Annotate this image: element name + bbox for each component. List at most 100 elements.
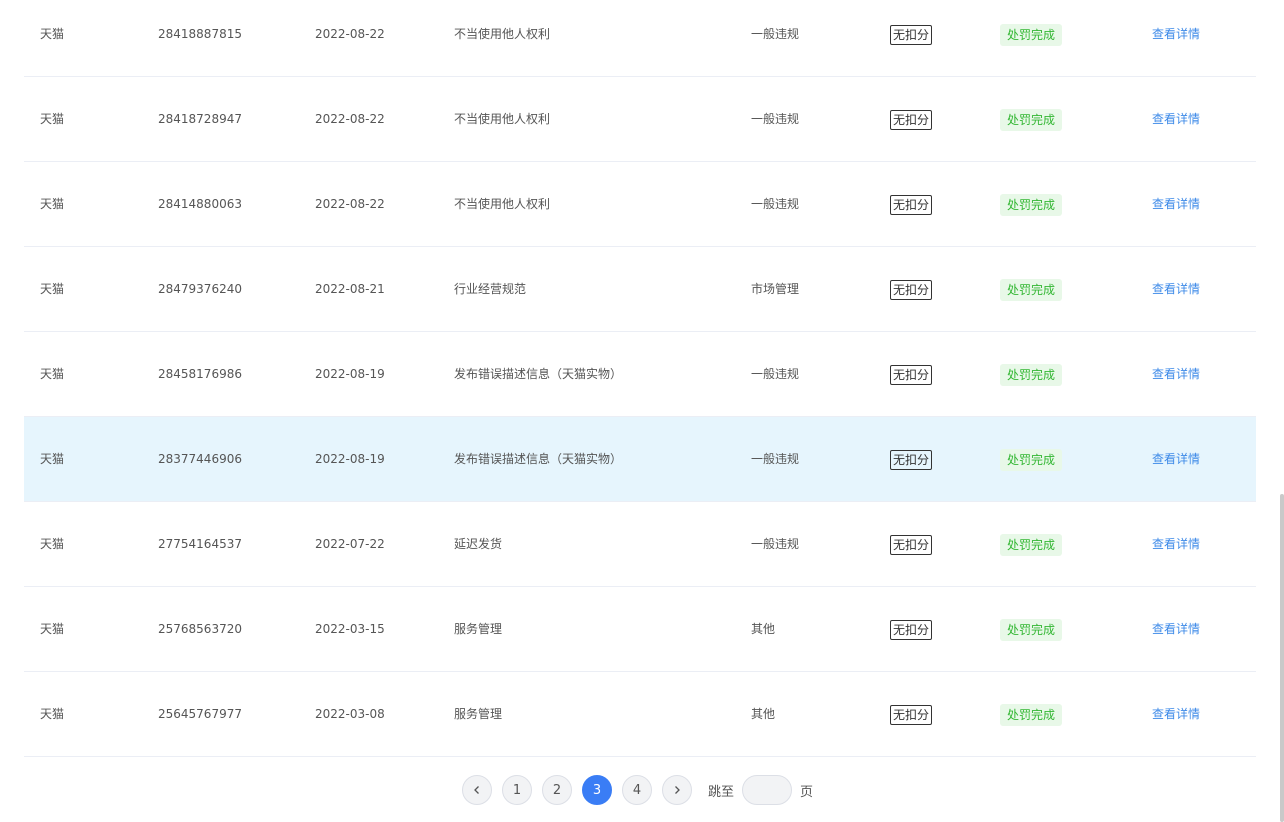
action-cell: 查看详情 xyxy=(1152,502,1200,586)
date-cell: 2022-03-15 xyxy=(315,622,385,636)
action-cell: 查看详情 xyxy=(1152,247,1200,331)
status-cell: 处罚完成 xyxy=(1000,332,1063,416)
points-tag: 无扣分 xyxy=(890,449,933,470)
status-badge: 处罚完成 xyxy=(1000,618,1063,641)
date-cell: 2022-08-22 xyxy=(315,197,385,211)
type-cell: 一般违规 xyxy=(751,112,800,126)
reason-cell: 服务管理 xyxy=(454,707,503,721)
penalty-table: 天猫 28418887815 2022-08-22 不当使用他人权利 一般违规 … xyxy=(24,0,1256,757)
view-details-link[interactable]: 查看详情 xyxy=(1152,282,1200,296)
status-badge: 处罚完成 xyxy=(1000,448,1063,471)
status-badge: 处罚完成 xyxy=(1000,193,1063,216)
action-cell: 查看详情 xyxy=(1152,587,1200,671)
status-cell: 处罚完成 xyxy=(1000,0,1063,76)
view-details-link[interactable]: 查看详情 xyxy=(1152,622,1200,636)
view-details-link[interactable]: 查看详情 xyxy=(1152,27,1200,41)
record-id-cell: 28377446906 xyxy=(158,452,242,466)
platform-cell: 天猫 xyxy=(40,282,65,296)
jump-page-input[interactable] xyxy=(742,775,793,805)
points-tag: 无扣分 xyxy=(890,704,933,725)
view-details-link[interactable]: 查看详情 xyxy=(1152,537,1200,551)
reason-cell: 发布错误描述信息（天猫实物） xyxy=(454,367,623,381)
date-cell: 2022-08-19 xyxy=(315,367,385,381)
status-badge: 处罚完成 xyxy=(1000,703,1063,726)
record-id-cell: 28458176986 xyxy=(158,367,242,381)
view-details-link[interactable]: 查看详情 xyxy=(1152,112,1200,126)
view-details-link[interactable]: 查看详情 xyxy=(1152,452,1200,466)
status-cell: 处罚完成 xyxy=(1000,587,1063,671)
page-suffix-label: 页 xyxy=(800,784,814,800)
type-cell: 市场管理 xyxy=(751,282,800,296)
action-cell: 查看详情 xyxy=(1152,332,1200,416)
points-cell: 无扣分 xyxy=(890,587,933,671)
date-cell: 2022-08-22 xyxy=(315,112,385,126)
platform-cell: 天猫 xyxy=(40,112,65,126)
status-cell: 处罚完成 xyxy=(1000,162,1063,246)
jump-to-label: 跳至 xyxy=(708,784,735,800)
type-cell: 其他 xyxy=(751,622,776,636)
status-cell: 处罚完成 xyxy=(1000,247,1063,331)
platform-cell: 天猫 xyxy=(40,367,65,381)
status-cell: 处罚完成 xyxy=(1000,77,1063,161)
view-details-link[interactable]: 查看详情 xyxy=(1152,197,1200,211)
penalty-record-page: 天猫 28418887815 2022-08-22 不当使用他人权利 一般违规 … xyxy=(0,0,1284,822)
platform-cell: 天猫 xyxy=(40,707,65,721)
points-cell: 无扣分 xyxy=(890,162,933,246)
table-row: 天猫 28418887815 2022-08-22 不当使用他人权利 一般违规 … xyxy=(24,0,1256,77)
action-cell: 查看详情 xyxy=(1152,672,1200,756)
points-cell: 无扣分 xyxy=(890,672,933,756)
action-cell: 查看详情 xyxy=(1152,0,1200,76)
status-cell: 处罚完成 xyxy=(1000,502,1063,586)
type-cell: 其他 xyxy=(751,707,776,721)
points-cell: 无扣分 xyxy=(890,77,933,161)
points-tag: 无扣分 xyxy=(890,534,933,555)
type-cell: 一般违规 xyxy=(751,452,800,466)
points-tag: 无扣分 xyxy=(890,619,933,640)
vertical-scrollbar[interactable] xyxy=(1280,494,1284,822)
points-tag: 无扣分 xyxy=(890,194,933,215)
date-cell: 2022-08-21 xyxy=(315,282,385,296)
date-cell: 2022-08-22 xyxy=(315,27,385,41)
table-row-highlighted: 天猫 28377446906 2022-08-19 发布错误描述信息（天猫实物）… xyxy=(24,417,1256,502)
reason-cell: 发布错误描述信息（天猫实物） xyxy=(454,452,623,466)
next-page-button[interactable] xyxy=(662,775,692,805)
record-id-cell: 28418887815 xyxy=(158,27,242,41)
type-cell: 一般违规 xyxy=(751,537,800,551)
status-badge: 处罚完成 xyxy=(1000,23,1063,46)
platform-cell: 天猫 xyxy=(40,537,65,551)
view-details-link[interactable]: 查看详情 xyxy=(1152,367,1200,381)
view-details-link[interactable]: 查看详情 xyxy=(1152,707,1200,721)
type-cell: 一般违规 xyxy=(751,27,800,41)
platform-cell: 天猫 xyxy=(40,27,65,41)
points-cell: 无扣分 xyxy=(890,247,933,331)
prev-page-button[interactable] xyxy=(462,775,492,805)
reason-cell: 不当使用他人权利 xyxy=(454,197,551,211)
page-button-3-current[interactable]: 3 xyxy=(582,775,612,805)
platform-cell: 天猫 xyxy=(40,452,65,466)
record-id-cell: 28414880063 xyxy=(158,197,242,211)
date-cell: 2022-03-08 xyxy=(315,707,385,721)
page-button-2[interactable]: 2 xyxy=(542,775,572,805)
table-row: 天猫 28458176986 2022-08-19 发布错误描述信息（天猫实物）… xyxy=(24,332,1256,417)
date-cell: 2022-07-22 xyxy=(315,537,385,551)
status-cell: 处罚完成 xyxy=(1000,417,1063,501)
points-tag: 无扣分 xyxy=(890,279,933,300)
type-cell: 一般违规 xyxy=(751,197,800,211)
action-cell: 查看详情 xyxy=(1152,417,1200,501)
reason-cell: 服务管理 xyxy=(454,622,503,636)
reason-cell: 行业经营规范 xyxy=(454,282,527,296)
page-button-4[interactable]: 4 xyxy=(622,775,652,805)
points-cell: 无扣分 xyxy=(890,332,933,416)
reason-cell: 延迟发货 xyxy=(454,537,503,551)
points-cell: 无扣分 xyxy=(890,0,933,76)
pagination: 1 2 3 4 跳至 页 xyxy=(462,774,813,806)
type-cell: 一般违规 xyxy=(751,367,800,381)
status-badge: 处罚完成 xyxy=(1000,363,1063,386)
table-row: 天猫 25645767977 2022-03-08 服务管理 其他 无扣分 处罚… xyxy=(24,672,1256,757)
page-button-1[interactable]: 1 xyxy=(502,775,532,805)
table-row: 天猫 27754164537 2022-07-22 延迟发货 一般违规 无扣分 … xyxy=(24,502,1256,587)
status-cell: 处罚完成 xyxy=(1000,672,1063,756)
points-tag: 无扣分 xyxy=(890,109,933,130)
action-cell: 查看详情 xyxy=(1152,162,1200,246)
points-tag: 无扣分 xyxy=(890,24,933,45)
